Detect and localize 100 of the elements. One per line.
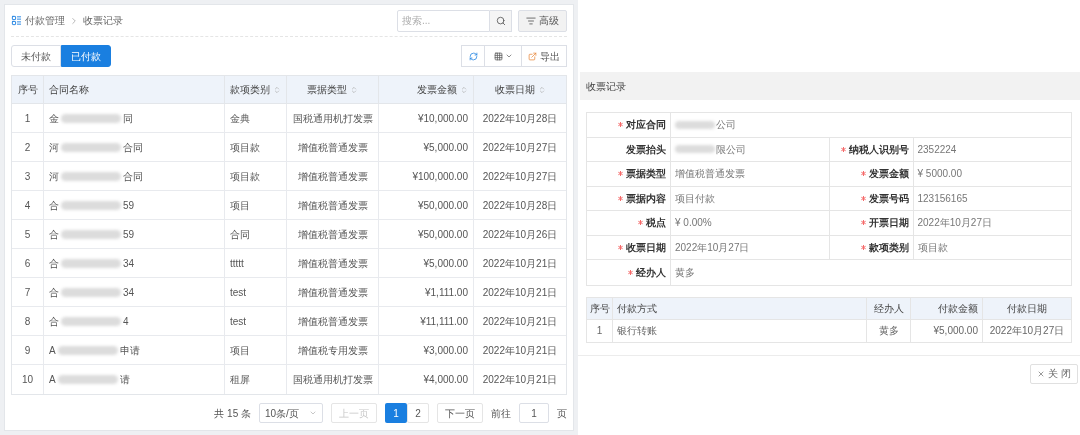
table-cell-text: A <box>49 343 56 358</box>
field-label: 纳税人识别号 <box>848 142 909 157</box>
table-cell-text: 合 <box>49 198 59 213</box>
field-label: 款项类别 <box>868 240 909 255</box>
table-cell-text: test <box>230 285 247 300</box>
required-icon <box>860 195 866 201</box>
column-header[interactable]: 收票日期 <box>494 82 535 97</box>
field-label: 开票日期 <box>868 216 909 231</box>
table-cell-text: 2022年10月21日 <box>482 285 558 300</box>
table-cell-text: 项目 <box>230 343 250 358</box>
table-cell-text: ¥10,000.00 <box>417 111 468 126</box>
table-cell-text: 2022年10月27日 <box>482 140 558 155</box>
advanced-button[interactable]: 高级 <box>518 9 567 32</box>
export-button[interactable]: 导出 <box>521 45 567 67</box>
table-cell-text: 34 <box>123 256 135 271</box>
table-cell-text: 9 <box>24 343 31 358</box>
blurred-text <box>61 287 121 297</box>
table-cell-text: A <box>49 373 56 387</box>
table-cell-text: 3 <box>24 169 31 184</box>
caret-icon <box>504 52 513 60</box>
column-header[interactable]: 票据类型 <box>307 82 347 97</box>
field-value: 123156165 <box>917 191 968 206</box>
required-icon <box>638 220 643 226</box>
field-value: 2022年10月27日 <box>675 240 750 255</box>
table-cell-text: 8 <box>24 314 31 329</box>
table-cell-text: 1 <box>24 111 31 126</box>
table-cell-text: 2022年10月27日 <box>482 169 558 184</box>
required-icon <box>618 171 623 177</box>
table-cell-text: 6 <box>24 256 31 271</box>
total-count: 共 15 条 <box>214 406 251 421</box>
table-cell-text: 34 <box>123 285 135 300</box>
field-value: ¥ 5000.00 <box>917 167 962 182</box>
table-cell-text: 增值税普通发票 <box>297 169 368 184</box>
table-cell-text: ¥50,000.00 <box>417 227 468 242</box>
module-icon <box>11 15 22 26</box>
table-cell-text: 增值税普通发票 <box>297 285 368 300</box>
required-icon <box>628 269 633 275</box>
blurred-text <box>61 113 121 123</box>
breadcrumb-separator-icon <box>69 15 79 26</box>
table-cell-text: 59 <box>123 227 135 242</box>
page-number[interactable]: 1 <box>385 403 407 423</box>
blurred-text <box>61 171 121 181</box>
breadcrumb-item[interactable]: 收票记录 <box>83 13 123 28</box>
sort-icon[interactable] <box>460 85 468 94</box>
close-icon <box>1037 369 1046 378</box>
tab[interactable]: 未付款 <box>11 45 61 67</box>
field-label: 发票抬头 <box>626 142 666 157</box>
search-button[interactable] <box>490 9 512 32</box>
table-cell-text: test <box>230 314 247 329</box>
table-cell-text: 河 <box>49 169 59 184</box>
table-cell-text: ¥5,000.00 <box>423 256 468 271</box>
columns-button[interactable] <box>485 45 521 67</box>
table-cell-text: 合同 <box>123 140 143 155</box>
required-icon <box>840 146 846 152</box>
table-cell-text: 2022年10月28日 <box>482 198 558 213</box>
breadcrumb-item[interactable]: 付款管理 <box>25 13 65 28</box>
field-value: ¥ 0.00% <box>675 216 712 231</box>
column-header: 序号 <box>589 301 610 316</box>
table-cell-text: 租屏 <box>230 373 250 387</box>
required-icon <box>618 122 623 128</box>
blurred-text <box>61 142 121 152</box>
table-cell-text: 合 <box>49 285 59 300</box>
next-page-button[interactable]: 下一页 <box>437 403 483 423</box>
table-cell-text: 黄多 <box>878 324 899 338</box>
table-cell-text: 增值税普通发票 <box>297 256 368 271</box>
column-header: 合同名称 <box>49 83 89 97</box>
table-cell-text: 4 <box>24 198 31 213</box>
table-cell-text: 合 <box>49 256 59 271</box>
sort-icon[interactable] <box>537 85 546 94</box>
close-button[interactable]: 关 闭 <box>1030 363 1078 384</box>
column-header[interactable]: 发票金额 <box>417 82 457 97</box>
table-cell-text: 项目 <box>230 198 250 213</box>
page-size-select[interactable]: 10条/页 <box>259 403 323 423</box>
table-cell-text: ¥5,000.00 <box>933 324 978 338</box>
table-cell-text: 国税通用机打发票 <box>292 373 373 387</box>
table-cell-text: 合同 <box>230 227 250 242</box>
table-cell-text: 5 <box>24 227 31 242</box>
table-cell-text: 增值税专用发票 <box>297 343 368 358</box>
table-cell-text: 合 <box>49 227 59 242</box>
blurred-text <box>57 345 118 355</box>
field-label: 发票号码 <box>868 191 909 206</box>
sort-icon[interactable] <box>273 85 281 94</box>
table-cell-text: 银行转账 <box>617 324 657 338</box>
tab[interactable]: 已付款 <box>61 45 111 67</box>
refresh-button[interactable] <box>461 45 485 67</box>
search-field[interactable]: 搜索... <box>397 9 490 32</box>
sort-icon[interactable] <box>350 85 358 94</box>
grid-icon <box>493 51 503 61</box>
goto-page-field[interactable]: 1 <box>519 403 549 423</box>
column-header: 序号 <box>17 83 38 97</box>
table-cell-text: ¥11,111.00 <box>420 314 468 329</box>
table-cell-text: 1 <box>596 324 603 338</box>
blurred-text <box>57 375 118 384</box>
column-header[interactable]: 款项类别 <box>230 82 270 97</box>
page-number[interactable]: 2 <box>407 403 429 423</box>
table-cell-text: 2022年10月21日 <box>482 343 558 358</box>
column-header: 付款方式 <box>617 301 657 316</box>
required-icon <box>860 244 866 250</box>
field-label: 发票金额 <box>868 167 909 182</box>
field-value: 黄多 <box>675 265 695 280</box>
